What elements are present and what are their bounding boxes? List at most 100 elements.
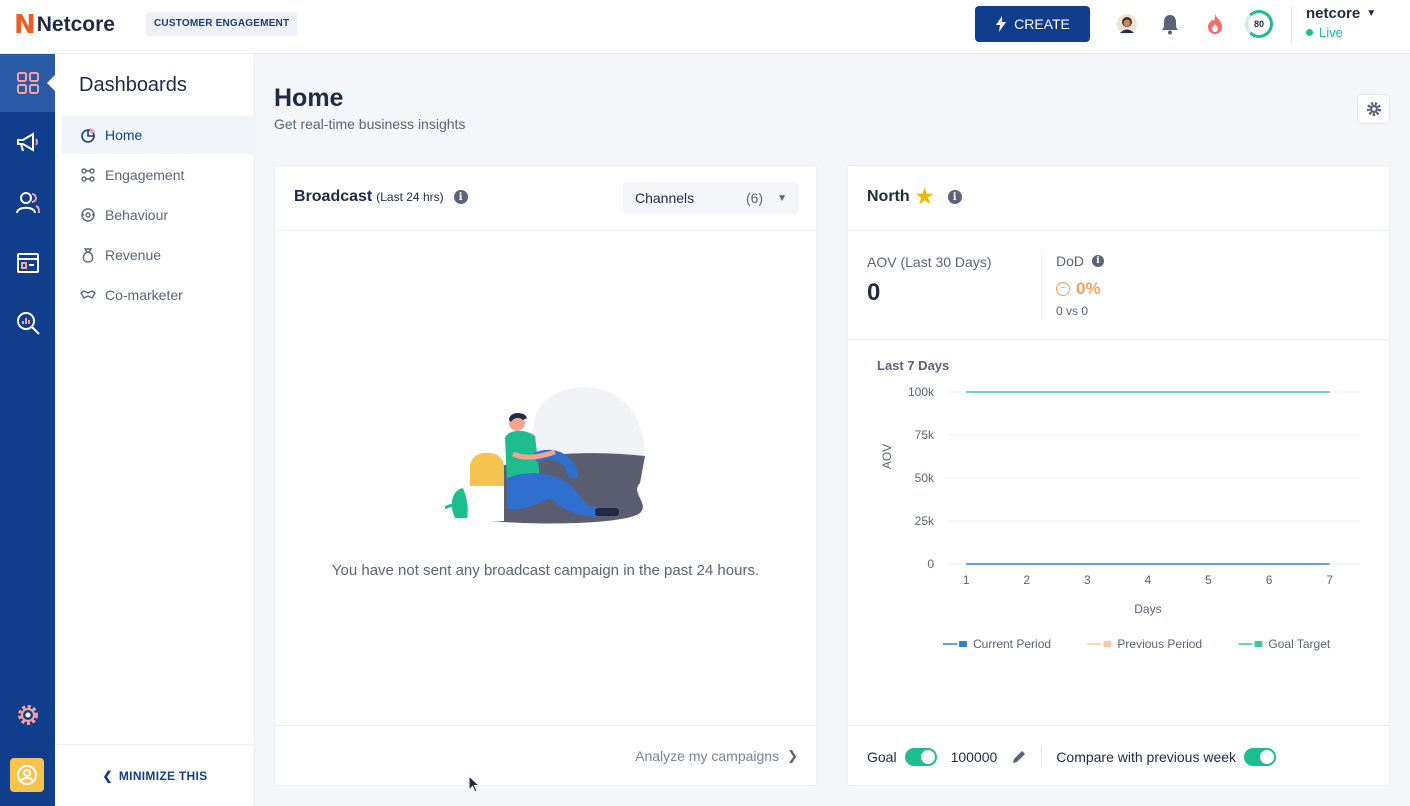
channels-dropdown[interactable]: Channels (6) ▼ [623,182,799,214]
y-tick-label: 25k [915,514,935,528]
sidebar-item-label: Engagement [105,167,185,183]
north-star-card: North ★ i AOV (Last 30 Days) 0 DoD i − 0… [847,165,1390,786]
compare-toggle[interactable] [1244,748,1277,766]
legend-label: Goal Target [1268,637,1330,651]
dod-value-row: − 0% [1056,279,1101,299]
account-status-label: Live [1319,25,1343,40]
broadcast-title: Broadcast [294,188,373,205]
sidebar-title: Dashboards [79,74,187,96]
chevron-right-icon: ❯ [787,748,798,763]
north-title: North [867,188,910,205]
page-subtitle: Get real-time business insights [274,116,466,132]
sidebar-item-label: Behaviour [105,207,169,223]
bell-icon[interactable] [1158,12,1182,36]
logo-mark: N [14,10,36,40]
rail-users[interactable] [0,174,55,232]
rail-active-notch [47,75,55,91]
info-icon[interactable]: i [947,190,962,204]
sidebar-item-label: Co-marketer [105,287,183,303]
kpi-row: AOV (Last 30 Days) 0 DoD i − 0% 0 vs 0 [848,231,1389,340]
sidebar-item-label: Revenue [105,247,162,263]
analyze-label: Analyze my campaigns [635,748,780,764]
dashboard-grid-icon [16,72,39,94]
megaphone-icon [16,132,38,152]
x-tick-label: 5 [1205,573,1212,587]
score-ring[interactable]: 80 [1245,10,1273,38]
empty-state-illustration [445,387,645,524]
pie-icon [79,126,97,144]
users-icon [15,192,40,214]
sidebar-item-revenue[interactable]: Revenue [61,236,255,274]
neutral-change-icon: − [1056,282,1070,296]
north-title-row: North ★ i [867,186,962,208]
north-card-header: North ★ i [848,166,1389,231]
legend-swatch [1103,641,1112,647]
sidebar-item-engagement[interactable]: Engagement [61,156,255,194]
account-status: Live [1306,25,1376,40]
legend-label: Previous Period [1117,637,1202,651]
caret-down-icon: ▼ [777,192,787,204]
pencil-icon[interactable] [1011,749,1027,765]
product-badge[interactable]: CUSTOMER ENGAGEMENT [146,12,298,36]
dod-label-row: DoD i [1056,253,1105,269]
footer-divider [1041,746,1043,768]
aov-line-chart: 025k50k75k100k125k1234567DaysAOVCurrent … [880,386,1360,651]
money-bag-icon [79,246,97,264]
info-icon[interactable]: i [453,190,468,204]
sidebar-item-home[interactable]: Home [61,116,255,154]
minimize-button[interactable]: ❮ MINIMIZE THIS [55,744,255,806]
analyze-campaigns-link[interactable]: Analyze my campaigns ❯ [635,748,798,764]
x-tick-label: 6 [1266,573,1273,587]
handshake-icon [79,286,97,304]
rail-dashboards[interactable] [0,54,55,112]
rail-campaigns[interactable] [0,114,55,172]
engagement-icon [79,166,97,184]
broadcast-title-row: Broadcast (Last 24 hrs) i [294,188,468,206]
channels-label: Channels [635,190,695,206]
netcore-logo[interactable]: N Netcore [14,10,115,40]
empty-state-message: You have not sent any broadcast campaign… [331,562,760,579]
browser-icon [16,253,39,273]
create-button[interactable]: CREATE [975,6,1090,42]
sidebar-item-co-marketer[interactable]: Co-marketer [61,276,255,314]
sidebar-item-behaviour[interactable]: Behaviour [61,196,255,234]
legend-swatch [959,641,967,647]
persona-icon[interactable] [1115,12,1139,36]
star-icon: ★ [915,186,934,208]
account-menu[interactable]: netcore ▼ Live [1306,5,1376,40]
y-tick-label: 75k [915,428,935,442]
channels-count: (6) [745,190,764,206]
live-dot-icon [1306,29,1313,36]
x-tick-label: 7 [1326,573,1333,587]
broadcast-card-header: Broadcast (Last 24 hrs) i Channels (6) ▼ [275,166,816,231]
create-label: CREATE [1014,16,1070,32]
aov-label: AOV (Last 30 Days) [867,254,992,270]
nav-rail [0,54,55,806]
info-icon[interactable]: i [1092,255,1105,267]
dod-label: DoD [1056,253,1085,269]
settings-cog-icon [17,705,38,725]
chart-title: Last 7 Days [877,358,950,373]
goal-toggle[interactable] [904,748,937,766]
rail-analytics[interactable] [0,294,55,352]
rail-web[interactable] [0,234,55,292]
y-tick-label: 50k [915,471,935,485]
y-tick-label: 100k [908,386,935,399]
user-avatar-button[interactable] [10,758,44,792]
sidebar-item-label: Home [105,127,143,143]
page-settings-button[interactable] [1357,94,1390,124]
broadcast-card-footer: Analyze my campaigns ❯ [275,725,816,785]
dashboards-sidebar: Dashboards Home Engagement Behaviour Rev… [55,54,255,806]
gear-icon [1366,102,1381,116]
topbar-divider [1291,6,1292,46]
flame-icon[interactable] [1203,12,1227,36]
goal-value: 100000 [950,749,998,765]
lightning-icon [996,16,1007,32]
logo-text: Netcore [36,13,115,36]
x-tick-label: 3 [1084,573,1091,587]
chevron-left-icon: ❮ [102,768,113,783]
account-name: netcore [1306,5,1361,22]
behaviour-icon [79,206,97,224]
dod-value: 0% [1076,279,1101,298]
rail-settings[interactable] [0,686,55,744]
